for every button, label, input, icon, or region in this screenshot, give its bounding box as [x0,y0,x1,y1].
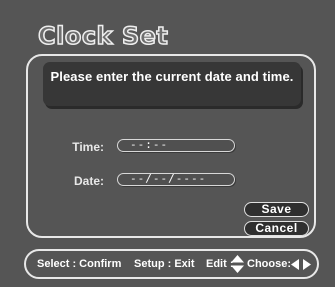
time-field[interactable]: --:-- [117,139,235,152]
time-label: Time: [72,140,104,154]
choose-hint: Choose: [247,258,291,270]
page-title: Clock Set [37,21,169,51]
footer-hint-bar: Select : Confirm Setup : Exit Edit : Cho… [24,249,319,279]
up-down-triangle-icon [231,255,244,273]
setup-exit-hint: Setup : Exit [134,258,195,270]
select-confirm-hint: Select : Confirm [37,258,122,270]
save-button[interactable]: Save [244,202,309,217]
date-label: Date: [73,174,104,188]
instruction-message: Please enter the current date and time. [43,62,301,106]
date-field[interactable]: --/--/---- [117,173,235,186]
left-right-triangle-icon [291,259,311,270]
cancel-button[interactable]: Cancel [244,221,309,236]
